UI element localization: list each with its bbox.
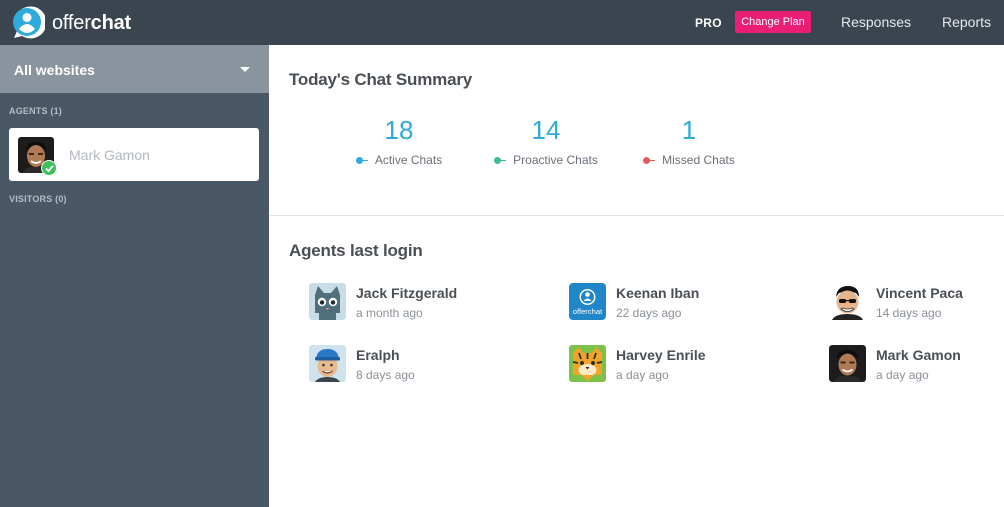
agent-login-time: a day ago <box>616 368 669 382</box>
photo-man-avatar-icon <box>829 345 866 382</box>
change-plan-button[interactable]: Change Plan <box>735 11 811 33</box>
legend-dot-icon <box>643 156 656 164</box>
agent-login-name: Eralph <box>356 347 400 363</box>
agent-login-name: Jack Fitzgerald <box>356 285 458 301</box>
stat-active-chats[interactable]: 18 Active Chats <box>319 115 479 167</box>
legend-dot-icon <box>355 156 368 164</box>
agent-login-item[interactable]: Mark Gamon a day ago <box>829 345 1004 385</box>
chevron-down-icon <box>240 67 250 72</box>
svg-text:offerchat: offerchat <box>573 307 603 316</box>
agent-login-time: 22 days ago <box>616 306 682 320</box>
offerchat-logo-icon <box>9 5 47 41</box>
main-content: Today's Chat Summary 18 Active Chats 14 … <box>269 45 1004 507</box>
stat-label: Proactive Chats <box>513 153 598 167</box>
agent-login-time: 14 days ago <box>876 306 942 320</box>
stat-missed-chats[interactable]: 1 Missed Chats <box>599 115 779 167</box>
cat-avatar-icon <box>309 283 346 320</box>
nav-responses[interactable]: Responses <box>841 14 911 30</box>
chat-summary-title: Today's Chat Summary <box>289 70 473 89</box>
legend-dot-icon <box>494 156 507 164</box>
online-check-icon <box>41 160 57 176</box>
top-bar: offerchat PRO Change Plan Responses Repo… <box>0 0 1004 45</box>
agent-login-time: a month ago <box>356 306 423 320</box>
agent-login-item[interactable]: Eralph 8 days ago <box>309 345 529 385</box>
section-divider <box>269 215 1004 216</box>
agent-login-name: Harvey Enrile <box>616 347 706 363</box>
agent-login-item[interactable]: Jack Fitzgerald a month ago <box>309 283 529 323</box>
offerchat-logo[interactable]: offerchat <box>9 5 131 41</box>
agent-login-item[interactable]: offerchat Keenan Iban 22 days ago <box>569 283 789 323</box>
visitors-heading: VISITORS (0) <box>9 194 67 204</box>
plan-label: PRO <box>695 16 722 30</box>
agent-login-name: Keenan Iban <box>616 285 700 301</box>
cartoon-man-avatar-icon <box>829 283 866 320</box>
sidebar: All websites AGENTS (1) Mark Gamon VISIT… <box>0 45 269 507</box>
agents-heading: AGENTS (1) <box>9 106 63 116</box>
stat-value: 18 <box>384 115 414 145</box>
agent-login-item[interactable]: Vincent Paca 14 days ago <box>829 283 1004 323</box>
stat-label: Active Chats <box>374 153 443 167</box>
agent-login-name: Mark Gamon <box>876 347 961 363</box>
brand-name: offerchat <box>52 11 131 34</box>
offerchat-avatar-icon: offerchat <box>569 283 606 320</box>
agent-login-time: 8 days ago <box>356 368 415 382</box>
stat-label: Missed Chats <box>662 153 735 167</box>
nav-reports[interactable]: Reports <box>942 14 991 30</box>
agent-login-name: Vincent Paca <box>876 285 963 301</box>
agents-last-login-title: Agents last login <box>289 241 423 260</box>
agent-card[interactable]: Mark Gamon <box>9 128 259 181</box>
agent-name: Mark Gamon <box>69 147 150 163</box>
cap-boy-avatar-icon <box>309 345 346 382</box>
tiger-avatar-icon <box>569 345 606 382</box>
agent-login-item[interactable]: Harvey Enrile a day ago <box>569 345 789 385</box>
stat-value: 1 <box>681 115 697 145</box>
website-select[interactable]: All websites <box>0 45 269 93</box>
website-select-label: All websites <box>14 62 95 78</box>
agent-login-time: a day ago <box>876 368 929 382</box>
